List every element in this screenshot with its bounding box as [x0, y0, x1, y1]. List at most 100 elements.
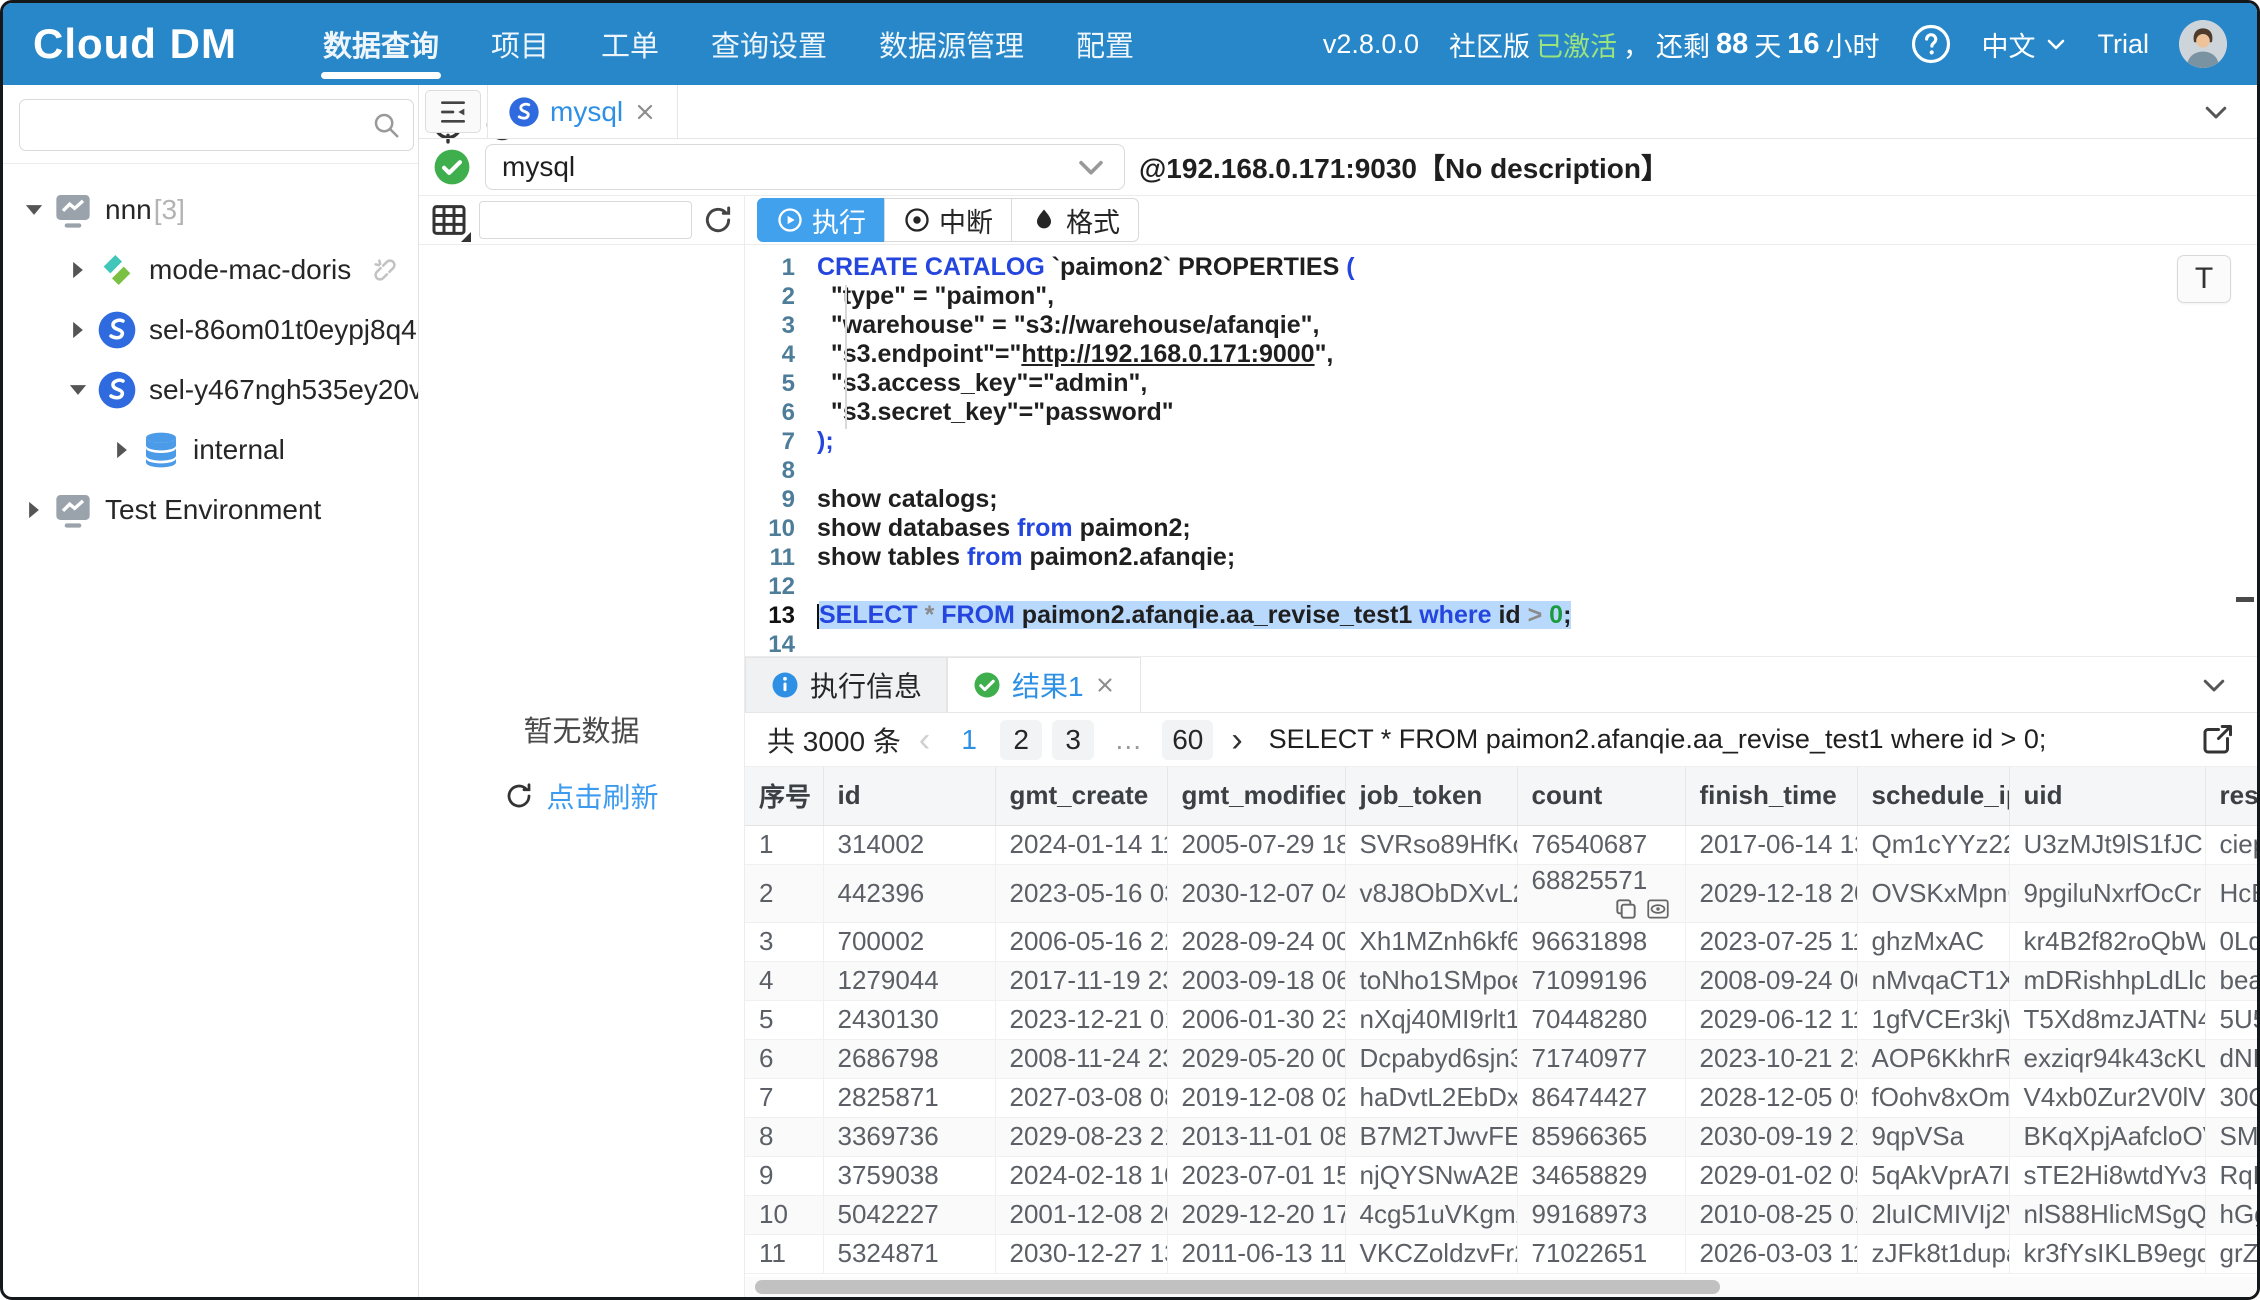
tree-node-internal[interactable]: internal	[11, 420, 410, 480]
caret-right-icon[interactable]	[65, 257, 91, 283]
cell: fOohv8xOm9JH	[1857, 1078, 2009, 1117]
chevron-down-icon	[1074, 150, 1108, 184]
cell: T5Xd8mzJATN4	[2009, 1000, 2205, 1039]
chevron-down-icon[interactable]	[2201, 97, 2231, 127]
nav-item-数据查询[interactable]: 数据查询	[297, 3, 465, 85]
cell: 2030-12-27 13	[995, 1234, 1167, 1273]
code-token: paimon2;	[1073, 514, 1191, 542]
sidebar-toggle-icon[interactable]	[425, 90, 481, 133]
database-icon	[141, 430, 181, 470]
cell: 9	[745, 1156, 823, 1195]
language-selector[interactable]: 中文	[1982, 25, 2068, 64]
results-tab-结果1[interactable]: 结果1	[947, 657, 1141, 712]
prev-page-icon[interactable]: ‹	[915, 723, 934, 757]
code-token: *	[918, 601, 942, 629]
app-logo: Cloud DM	[33, 20, 237, 68]
cell: 1	[745, 825, 823, 864]
trial-label[interactable]: Trial	[2098, 29, 2150, 60]
tree-node-mode-mac-doris[interactable]: mode-mac-doris	[11, 240, 410, 300]
tree-node-sel-86om01t0eypj8q4[interactable]: sel-86om01t0eypj8q4	[11, 300, 410, 360]
cell: nlS88HlicMSgQ	[2009, 1195, 2205, 1234]
nav-item-项目[interactable]: 项目	[465, 3, 575, 85]
cell: 2001-12-08 20	[995, 1195, 1167, 1234]
close-icon[interactable]	[1094, 674, 1116, 696]
tab-mysql[interactable]: mysql	[487, 85, 678, 138]
cell: 10	[745, 1195, 823, 1234]
page-2[interactable]: 2	[1000, 720, 1042, 760]
line-number: 10	[745, 514, 817, 543]
refresh-icon[interactable]	[702, 204, 734, 236]
sql-editor[interactable]: 1CREATE CATALOG `paimon2` PROPERTIES (2 …	[745, 245, 2257, 657]
column-header-id: id	[823, 767, 995, 825]
line-number: 5	[745, 369, 817, 398]
code-token: from	[1017, 514, 1073, 542]
table-grid-icon[interactable]	[429, 200, 469, 240]
cell: 2023-10-21 23	[1685, 1039, 1857, 1078]
line-number: 6	[745, 398, 817, 427]
table-row: 24423962023-05-16 032030-12-07 04:5v8J8O…	[745, 864, 2257, 922]
cell: Dcpabyd6sjn3H	[1345, 1039, 1517, 1078]
license-status: 已激活	[1536, 25, 1617, 64]
cell: 2023-07-01 15:5	[1167, 1156, 1345, 1195]
tree-node-sel-y467ngh535ey20v[interactable]: sel-y467ngh535ey20v[1]	[11, 360, 410, 420]
tree-node-Test Environment[interactable]: Test Environment	[11, 480, 410, 540]
cell: 2029-08-23 21	[995, 1117, 1167, 1156]
caret-down-icon[interactable]	[21, 197, 47, 223]
datasource-tree: nnn[3] mode-mac-doris sel-86om01t0eypj8q4s…	[3, 164, 418, 1297]
scrollbar-thumb[interactable]	[755, 1280, 1720, 1294]
page-3[interactable]: 3	[1052, 720, 1094, 760]
editor-line-10: 10show databases from paimon2;	[745, 514, 2257, 543]
export-icon[interactable]	[2199, 722, 2235, 758]
cell: 2023-12-21 01	[995, 1000, 1167, 1039]
table-filter-input[interactable]	[479, 201, 692, 239]
close-icon[interactable]	[633, 100, 657, 124]
format-button[interactable]: 格式	[1011, 198, 1139, 242]
chevron-down-icon[interactable]	[2199, 670, 2229, 700]
connection-row: mysql @192.168.0.171:9030【No description…	[419, 139, 2257, 195]
license-info: 社区版 已激活 ， 还剩 88 天 16 小时	[1449, 25, 1880, 64]
license-remain-label: 还剩	[1656, 25, 1710, 64]
cell: 86474427	[1517, 1078, 1685, 1117]
page-1[interactable]: 1	[948, 720, 990, 760]
user-avatar[interactable]	[2179, 20, 2227, 68]
line-content: show catalogs;	[817, 485, 998, 514]
nav-item-配置[interactable]: 配置	[1050, 3, 1160, 85]
cell: BKqXpjAafcloOV	[2009, 1117, 2205, 1156]
line-content: "s3.access_key"="admin",	[817, 369, 1147, 398]
code-token: FROM	[941, 601, 1015, 629]
next-page-icon[interactable]: ›	[1227, 723, 1246, 757]
copy-icon[interactable]	[1613, 896, 1639, 922]
results-table-wrap[interactable]: 序号idgmt_creategmt_modifiedjob_tokencount…	[745, 767, 2257, 1297]
page-…[interactable]: …	[1104, 720, 1152, 760]
search-input[interactable]	[32, 109, 371, 142]
code-token: "s3.secret_key"="password"	[817, 398, 1174, 426]
nav-item-工单[interactable]: 工单	[575, 3, 685, 85]
nav-item-查询设置[interactable]: 查询设置	[685, 3, 853, 85]
help-icon[interactable]	[1910, 23, 1952, 65]
caret-right-icon[interactable]	[21, 497, 47, 523]
cell: 2017-11-19 23	[995, 961, 1167, 1000]
caret-right-icon[interactable]	[65, 317, 91, 343]
cell: 4	[745, 961, 823, 1000]
page-60[interactable]: 60	[1162, 720, 1213, 760]
editor-tabbar: mysql	[419, 85, 2257, 139]
caret-down-icon[interactable]	[65, 377, 91, 403]
interrupt-button[interactable]: 中断	[884, 198, 1012, 242]
editor-line-13: 13SELECT * FROM paimon2.afanqie.aa_revis…	[745, 601, 2257, 630]
run-button[interactable]: 执行	[757, 198, 885, 242]
eye-icon[interactable]	[1645, 896, 1671, 922]
cell: 5324871	[823, 1234, 995, 1273]
caret-right-icon[interactable]	[109, 437, 135, 463]
connection-select[interactable]: mysql	[485, 144, 1125, 190]
tree-node-label: mode-mac-doris	[149, 254, 351, 286]
cell: 3759038	[823, 1156, 995, 1195]
text-mode-button[interactable]: T	[2177, 255, 2231, 303]
tree-node-nnn[interactable]: nnn[3]	[11, 180, 410, 240]
code-token: "s3.access_key"="admin",	[817, 369, 1147, 397]
results-tab-执行信息[interactable]: 执行信息	[745, 657, 947, 712]
nav-item-数据源管理[interactable]: 数据源管理	[853, 3, 1050, 85]
unlink-icon[interactable]	[370, 255, 400, 285]
table-list-panel: 暂无数据 点击刷新	[419, 245, 745, 1297]
click-to-refresh-link[interactable]: 点击刷新	[504, 776, 658, 816]
cell: 71740977	[1517, 1039, 1685, 1078]
